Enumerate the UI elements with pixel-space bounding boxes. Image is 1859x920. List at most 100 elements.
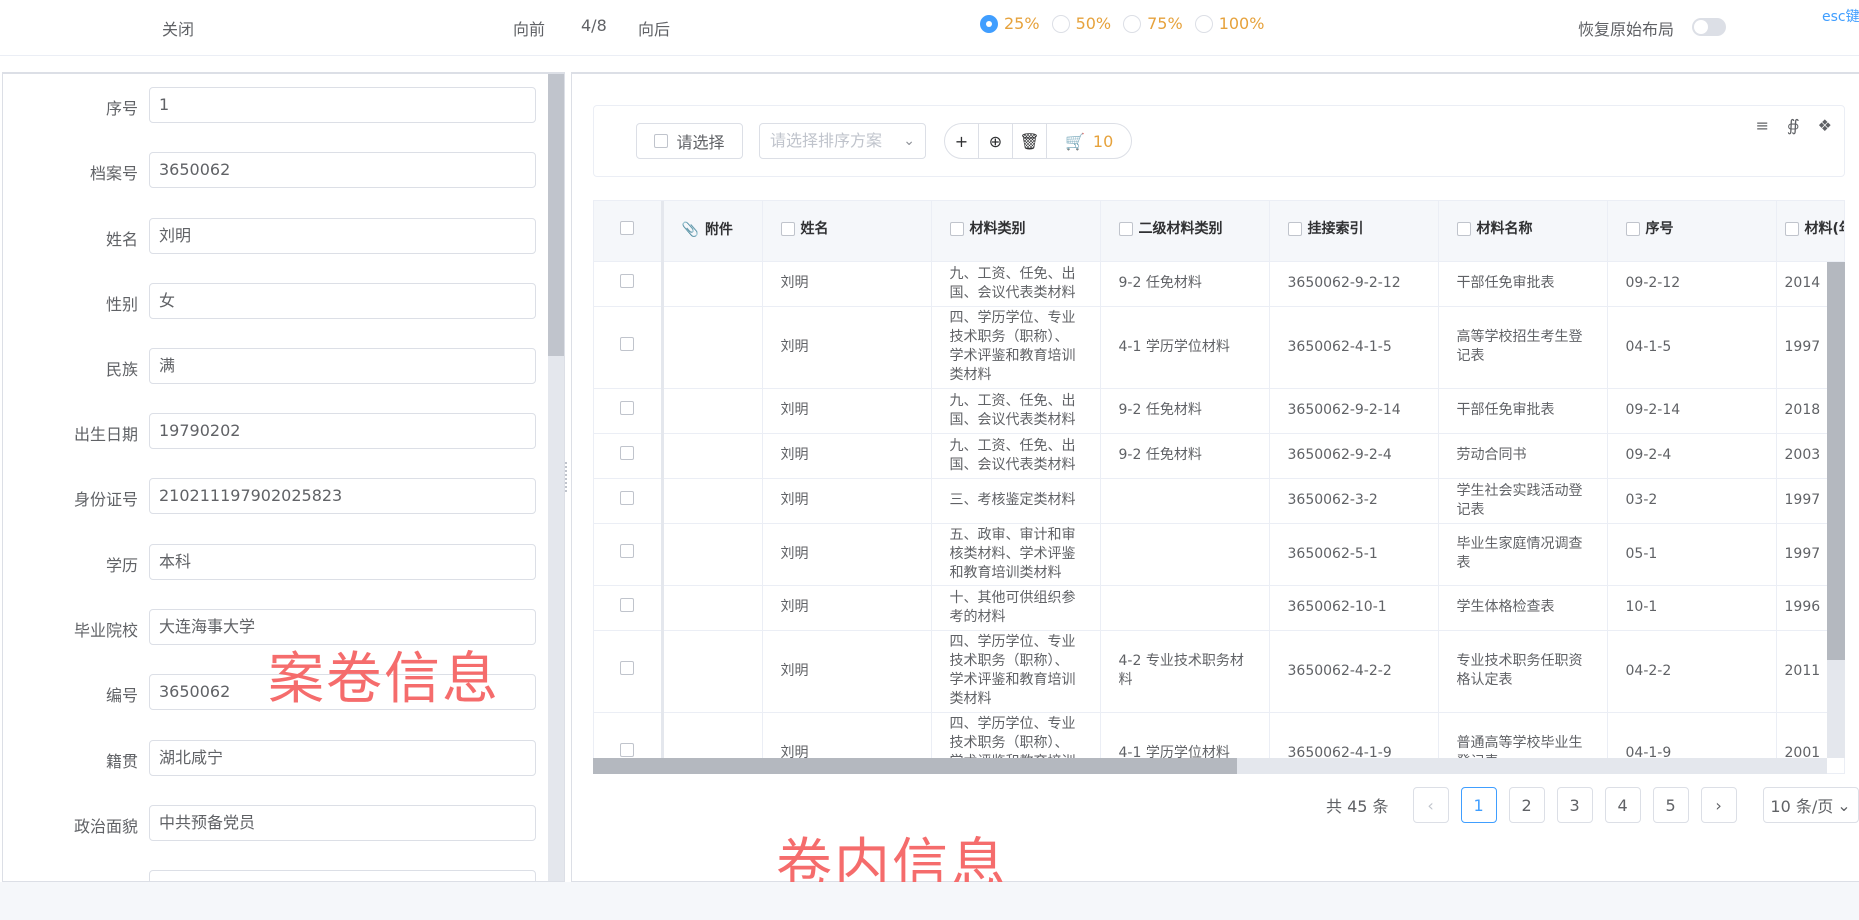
prev-page-button[interactable]: ‹ [1412, 787, 1449, 823]
esc-hint[interactable]: esc键 [1822, 6, 1859, 26]
row-select-cell[interactable] [594, 261, 663, 307]
next-page-button[interactable]: › [1700, 787, 1737, 823]
checkbox-icon[interactable] [620, 661, 635, 675]
table-row[interactable]: 刘明 九、工资、任免、出国、会议代表类材料 9-2 任免材料 3650062-9-2-… [594, 261, 1844, 307]
header-seq[interactable]: 序号 [1607, 201, 1777, 262]
table-horizontal-scrollbar[interactable] [593, 758, 1827, 774]
form-field-input[interactable]: 满 [149, 348, 536, 384]
seq-cell: 09-2-4 [1607, 433, 1777, 479]
table-row[interactable]: 刘明 五、政审、审计和审核类材料、学术评鉴和教育培训类材料 3650062-5-1 毕… [594, 523, 1844, 586]
material-name-cell: 学生体格检查表 [1438, 585, 1608, 631]
header-category[interactable]: 材料类别 [931, 201, 1101, 262]
page-5-button[interactable]: 5 [1652, 787, 1689, 823]
table-row[interactable]: 刘明四、学历学位、专业技术职务（职称）、学术评鉴和教育培训类材料4-1 学历学位… [594, 306, 1844, 389]
chevron-down-icon: ⌄ [903, 133, 915, 149]
close-button[interactable]: 关闭 [162, 16, 194, 40]
checkbox-icon[interactable] [620, 400, 635, 415]
restore-layout-switch[interactable] [1692, 18, 1726, 36]
page-2-button[interactable]: 2 [1508, 787, 1545, 823]
table-vertical-scrollbar[interactable] [1827, 262, 1845, 758]
list-icon[interactable]: ≡ [1756, 116, 1769, 135]
category-cell: 五、政审、审计和审核类材料、学术评鉴和教育培训类材料 [931, 523, 1101, 586]
add-button[interactable]: + [945, 124, 979, 158]
form-row: 序号 1 [3, 87, 548, 123]
checkbox-icon[interactable] [620, 544, 635, 558]
seq-cell: 09-2-12 [1607, 261, 1777, 307]
checkbox-icon[interactable] [620, 490, 635, 505]
name-cell: 刘明 [762, 523, 932, 586]
row-select-cell[interactable] [594, 478, 663, 524]
attachment-cell [660, 478, 763, 524]
header-sub-category[interactable]: 二级材料类别 [1100, 201, 1270, 262]
checkbox-icon[interactable] [620, 273, 635, 288]
row-select-cell[interactable] [594, 306, 663, 389]
add-circle-button[interactable]: ⊕ [979, 124, 1013, 158]
zoom-75-radio[interactable]: 75% [1123, 14, 1183, 33]
form-field-input[interactable]: 中共预备党员 [149, 805, 536, 841]
sub-category-cell: 9-2 任免材料 [1100, 433, 1270, 479]
tag-icon[interactable]: ❖ [1818, 116, 1832, 135]
table-row[interactable]: 刘明 九、工资、任免、出国、会议代表类材料 9-2 任免材料 3650062-9-2-… [594, 433, 1844, 479]
form-field-input[interactable]: 3650062 [149, 152, 536, 188]
header-index[interactable]: 挂接索引 [1269, 201, 1439, 262]
sub-category-cell: 4-2 专业技术职务材料 [1100, 630, 1270, 713]
page-1-button[interactable]: 1 [1460, 787, 1497, 823]
table-row[interactable]: 刘明 十、其他可供组织参考的材料 3650062-10-1 学生体格检查表 10-1 19… [594, 585, 1844, 631]
next-button[interactable]: 向后 [638, 16, 670, 40]
row-select-cell[interactable] [594, 585, 663, 631]
row-select-cell[interactable] [594, 433, 663, 479]
index-cell: 3650062-10-1 [1269, 585, 1439, 631]
header-material-name[interactable]: 材料名称 [1438, 201, 1608, 262]
checkbox-icon[interactable] [620, 337, 635, 351]
checkbox-icon[interactable] [620, 597, 635, 612]
form-field-input[interactable] [149, 870, 536, 881]
name-cell: 刘明 [762, 306, 932, 389]
table-row[interactable]: 刘明 九、工资、任免、出国、会议代表类材料 9-2 任免材料 3650062-9-2-… [594, 388, 1844, 434]
horizontal-scrollbar-thumb[interactable] [593, 758, 1237, 774]
form-scrollbar[interactable] [548, 74, 564, 881]
seq-cell: 04-1-5 [1607, 306, 1777, 389]
category-cell: 四、学历学位、专业技术职务（职称）、学术评鉴和教育培训类材料 [931, 630, 1101, 713]
zoom-100-radio[interactable]: 100% [1194, 14, 1264, 33]
zoom-50-radio[interactable]: 50% [1051, 14, 1111, 33]
checkbox-icon [1784, 222, 1799, 236]
material-name-cell: 干部任免审批表 [1438, 388, 1608, 434]
zoom-radio-group: 25% 50% 75% 100% [980, 14, 1264, 33]
checkbox-icon[interactable] [620, 445, 635, 460]
checkbox-icon[interactable] [620, 220, 635, 235]
header-label: 材料类别 [969, 220, 1026, 237]
checkbox-icon[interactable] [620, 743, 635, 757]
sort-scheme-select[interactable]: 请选择排序方案 ⌄ [759, 123, 926, 159]
row-select-cell[interactable] [594, 523, 663, 586]
header-select-all[interactable] [594, 201, 663, 262]
header-name[interactable]: 姓名 [762, 201, 932, 262]
page-4-button[interactable]: 4 [1604, 787, 1641, 823]
form-field-input[interactable]: 1 [149, 87, 536, 123]
select-button[interactable]: 请选择 [636, 123, 743, 159]
cart-button[interactable]: 🛒 10 [1047, 124, 1131, 158]
table-row[interactable]: 刘明 三、考核鉴定类材料 3650062-3-2 学生社会实践活动登记表 03-2 199… [594, 478, 1844, 524]
form-row: 学历 本科 [3, 544, 548, 580]
row-select-cell[interactable] [594, 630, 663, 713]
row-select-cell[interactable] [594, 388, 663, 434]
form-field-input[interactable]: 210211197902025823 [149, 478, 536, 514]
form-field-input[interactable]: 刘明 [149, 218, 536, 254]
form-row: 出生日期 19790202 [3, 413, 548, 449]
prev-button[interactable]: 向前 [513, 16, 545, 40]
form-scrollbar-thumb[interactable] [548, 74, 564, 356]
header-year[interactable]: 材料(年) [1776, 201, 1844, 262]
table-row[interactable]: 刘明 四、学历学位、专业技术职务（职称）、学术评鉴和教育培训类材料 4-2 专业技术… [594, 630, 1844, 713]
page-size-select[interactable]: 10 条/页 ⌄ [1762, 787, 1859, 823]
vertical-scrollbar-thumb[interactable] [1827, 262, 1845, 660]
sliders-icon[interactable]: ∯ [1787, 116, 1800, 135]
zoom-25-radio[interactable]: 25% [980, 14, 1040, 33]
form-field-input[interactable]: 湖北咸宁 [149, 740, 536, 776]
page-3-button[interactable]: 3 [1556, 787, 1593, 823]
form-field-label: 姓名 [105, 230, 138, 249]
form-field-input[interactable]: 女 [149, 283, 536, 319]
delete-button[interactable]: 🗑 [1013, 124, 1047, 158]
checkbox-icon [654, 134, 669, 148]
form-field-input[interactable]: 本科 [149, 544, 536, 580]
volume-table: 📎 附件 姓名 材料类别 二级材料类别 挂接索引 材料名称 序号 材料(年) 刘明… [593, 200, 1845, 774]
form-field-input[interactable]: 19790202 [149, 413, 536, 449]
